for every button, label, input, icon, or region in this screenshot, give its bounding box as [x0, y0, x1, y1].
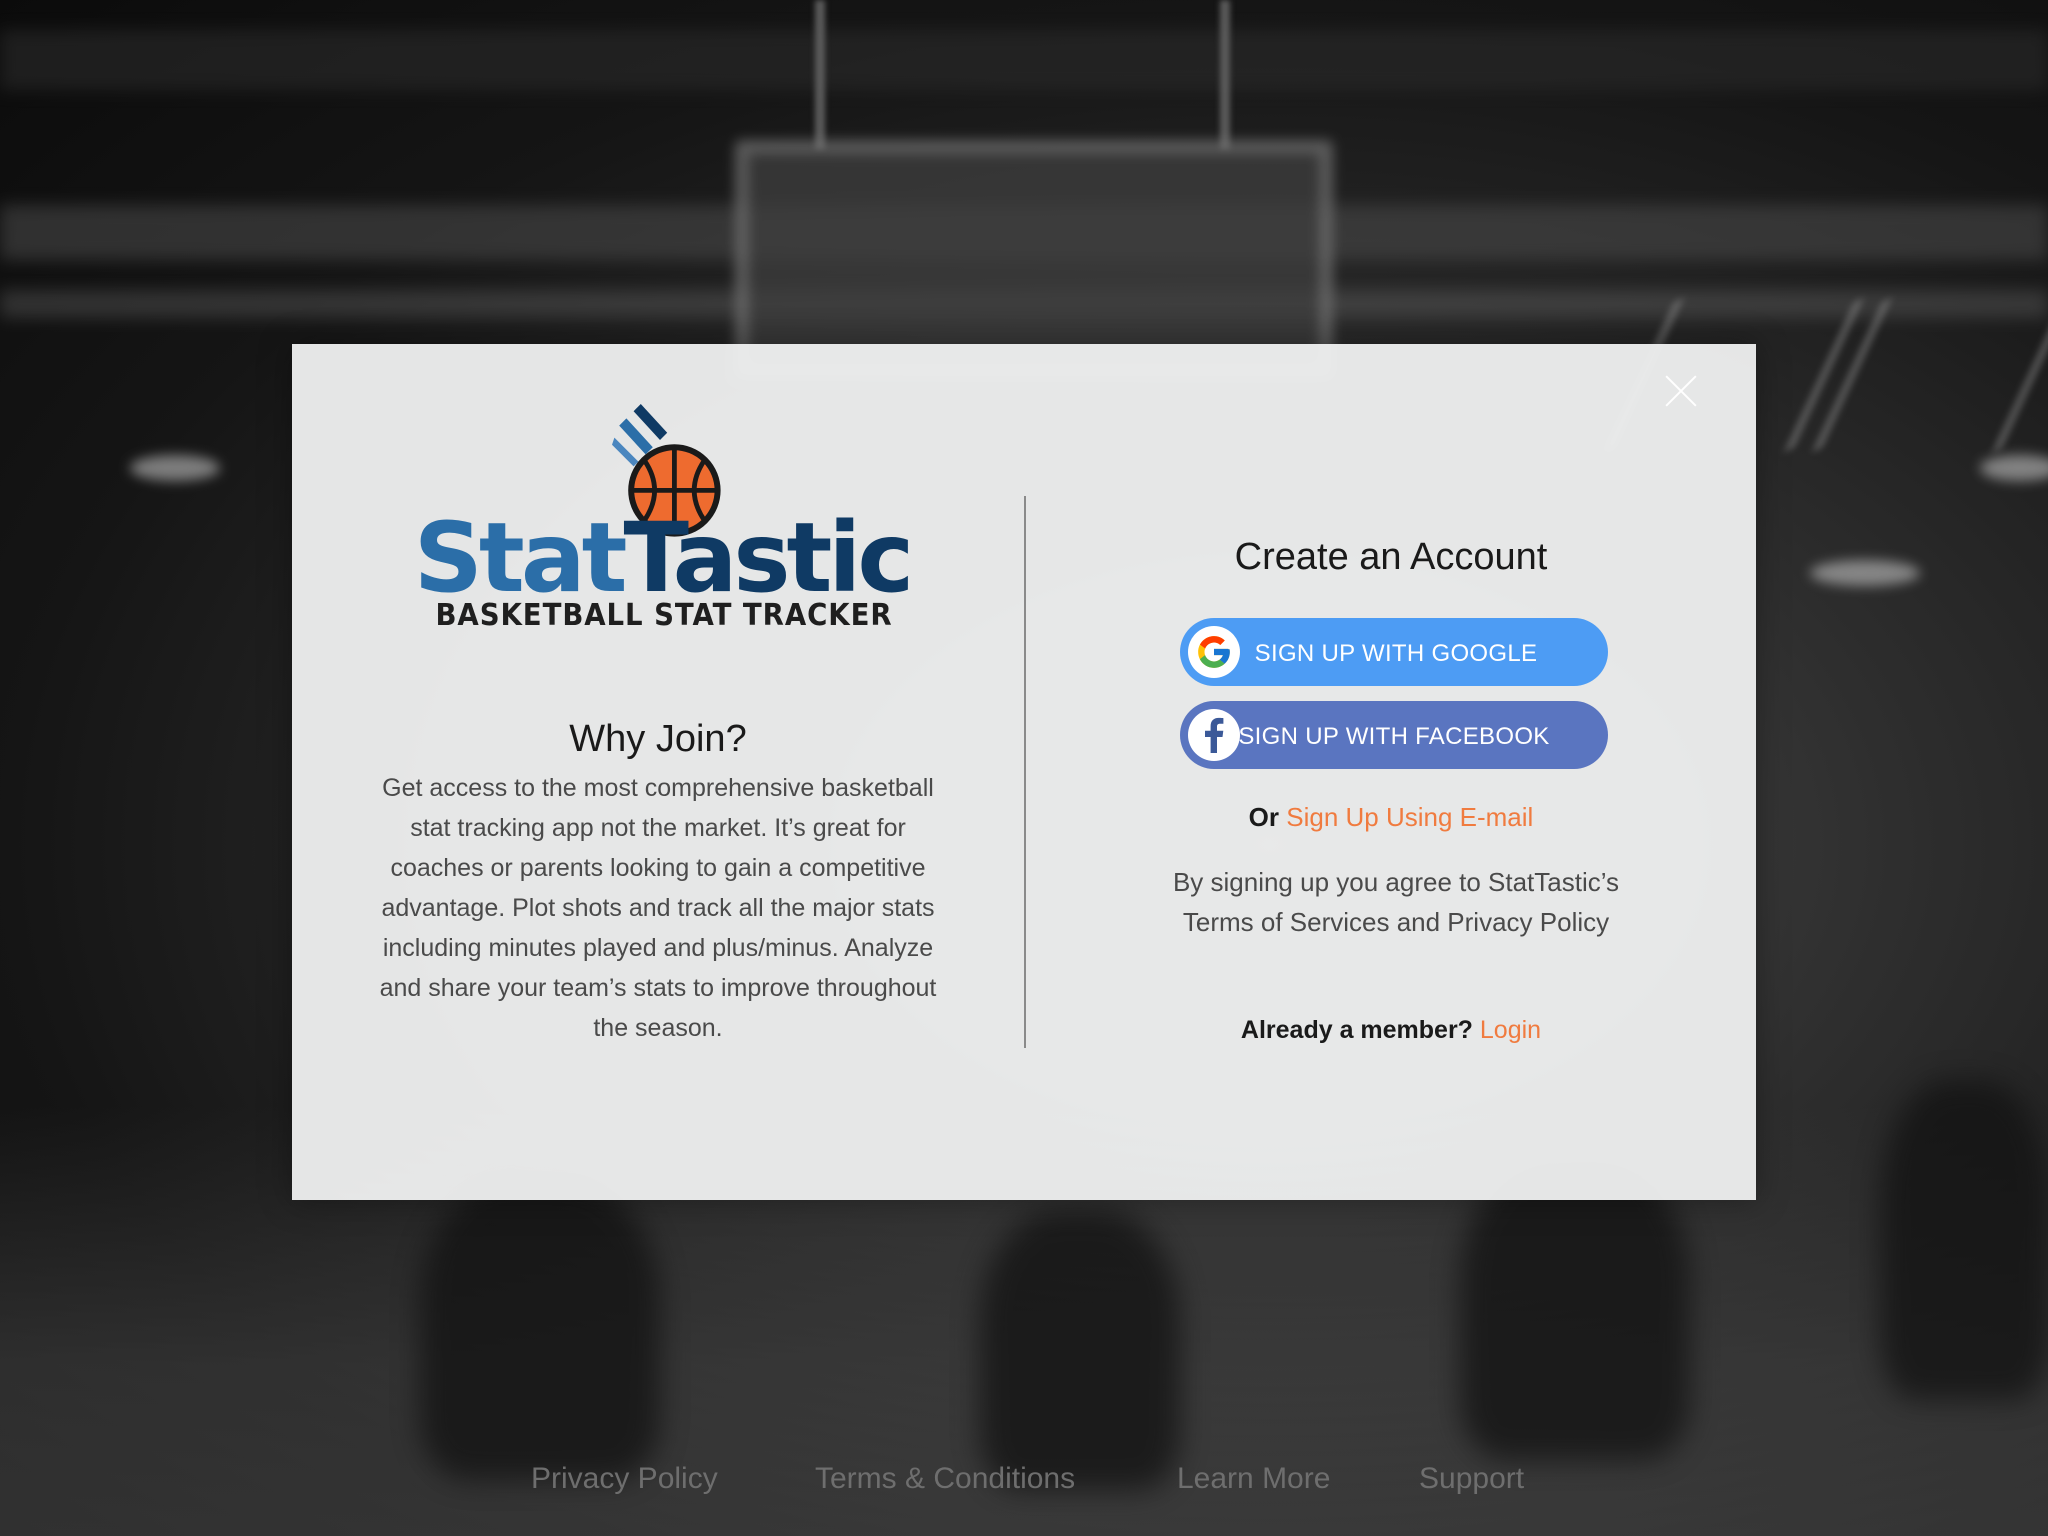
- member-question: Already a member?: [1240, 1016, 1473, 1044]
- close-icon[interactable]: [1660, 370, 1702, 412]
- footer-link-support[interactable]: Support: [1419, 1462, 1524, 1496]
- signup-modal: StatTastic BASKETBALL STAT TRACKER Why J…: [292, 344, 1756, 1200]
- facebook-signup-label: SIGN UP WITH FACEBOOK: [1238, 723, 1550, 750]
- why-join-description: Get access to the most comprehensive bas…: [379, 774, 937, 1042]
- footer-link-learn-more[interactable]: Learn More: [1177, 1462, 1330, 1496]
- footer-link-privacy-policy[interactable]: Privacy Policy: [531, 1462, 718, 1496]
- create-account-title: Create an Account: [1234, 536, 1548, 578]
- login-link[interactable]: Login: [1480, 1016, 1541, 1044]
- email-signup-line: Or Sign Up Using E-mail: [1026, 802, 1756, 833]
- or-label: Or: [1248, 802, 1279, 832]
- facebook-signup-button[interactable]: SIGN UP WITH FACEBOOK: [1180, 701, 1608, 769]
- why-join-title: Why Join?: [569, 718, 747, 760]
- brand-name: StatTastic: [413, 502, 914, 614]
- stattastic-logo: StatTastic BASKETBALL STAT TRACKER: [292, 344, 1024, 644]
- login-prompt: Already a member? Login: [1026, 1016, 1756, 1045]
- basketball-logo-icon: [612, 404, 721, 537]
- google-signup-label: SIGN UP WITH GOOGLE: [1254, 640, 1538, 667]
- brand-tagline: BASKETBALL STAT TRACKER: [435, 598, 893, 633]
- footer-link-terms-conditions[interactable]: Terms & Conditions: [815, 1462, 1075, 1496]
- email-signup-link[interactable]: Sign Up Using E-mail: [1286, 802, 1533, 832]
- terms-notice: By signing up you agree to StatTastic’s …: [1172, 867, 1620, 937]
- google-signup-button[interactable]: SIGN UP WITH GOOGLE: [1180, 618, 1608, 686]
